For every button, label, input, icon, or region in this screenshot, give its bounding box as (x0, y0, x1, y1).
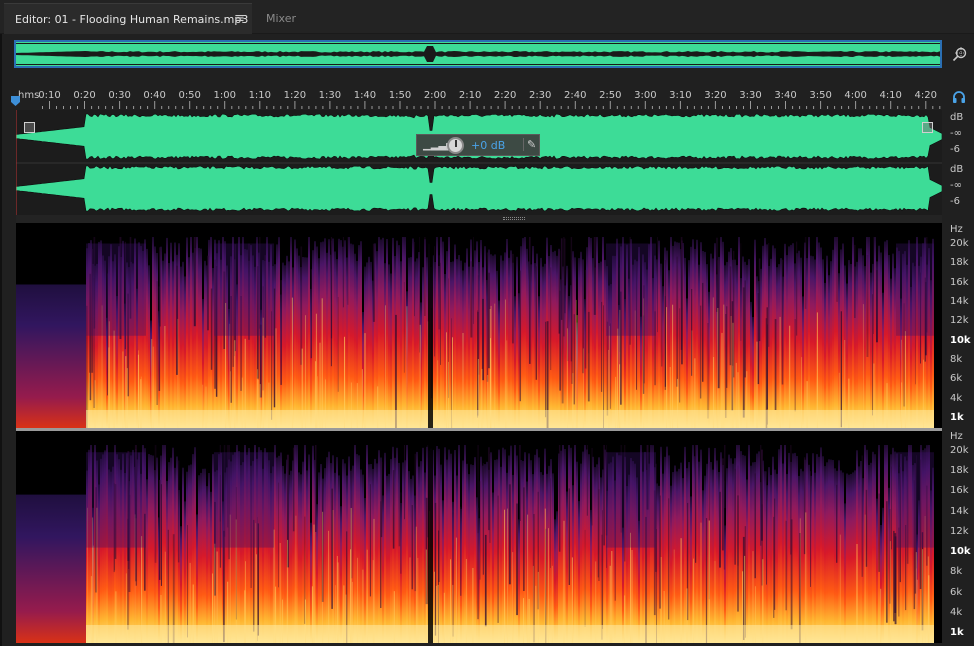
hz-label: 8k (950, 354, 963, 365)
hz-label: 18k (950, 465, 969, 477)
ruler-label: 2:50 (599, 90, 622, 101)
spectral-divider[interactable] (16, 215, 942, 223)
ruler-label: 1:20 (283, 90, 307, 101)
db-unit: dB (950, 164, 964, 175)
ruler-label: 1:00 (213, 90, 236, 101)
hz-label: 8k (950, 566, 963, 578)
pin-icon[interactable]: ✎ (523, 138, 536, 151)
hz-label: 18k (950, 257, 969, 269)
hz-label: 16k (950, 276, 969, 288)
ruler-label: 2:10 (458, 90, 482, 101)
tab-mixer[interactable]: Mixer (254, 3, 322, 34)
hz-label: 12k (950, 315, 969, 327)
ruler-label: 1:40 (353, 90, 377, 101)
ruler-label: 0:40 (143, 90, 166, 101)
ruler-label: 3:20 (704, 90, 727, 101)
ruler-label: 0:10 (38, 90, 61, 101)
spectrogram-left[interactable] (16, 223, 942, 428)
tab-mixer-label: Mixer (266, 12, 297, 25)
db-scale-right: dB -∞ -6 (944, 162, 974, 214)
ruler-label: 2:30 (528, 90, 552, 101)
hz-label: 4k (950, 392, 963, 404)
hz-label: 1k (950, 627, 964, 638)
hz-label: 10k (950, 546, 971, 558)
hamburger-menu-icon[interactable]: ≡ (234, 11, 245, 26)
ruler-label: 3:40 (774, 90, 797, 101)
hz-label: 1k (950, 412, 964, 423)
hz-label: 20k (950, 238, 969, 249)
time-ruler[interactable]: hms 0:10 0:20 0:30 0:40 0:50 1:00 1:10 1:20 1:30… (14, 87, 942, 109)
ruler-label: 3:50 (809, 90, 832, 101)
tab-bar: Editor: 01 - Flooding Human Remains.mp3 … (0, 0, 974, 34)
hz-label: 4k (950, 606, 963, 618)
ruler-label: 2:00 (423, 90, 447, 101)
hz-unit: Hz (950, 431, 963, 442)
ruler-label: 1:30 (318, 90, 342, 101)
gain-value: +0 dB (471, 139, 506, 152)
waveform-display[interactable]: ▁▂▃▅ +0 dB ✎ (16, 110, 942, 215)
ruler-label: 4:00 (844, 90, 867, 101)
db-scale-left: dB -∞ -6 (944, 110, 974, 162)
divider-grip[interactable] (503, 217, 525, 220)
hz-label: 16k (950, 485, 969, 497)
fade-in-handle[interactable] (24, 122, 35, 133)
hz-label: 10k (950, 334, 971, 346)
ruler-label: 0:20 (73, 90, 96, 101)
ruler-label: 2:40 (564, 90, 587, 101)
tab-editor[interactable]: Editor: 01 - Flooding Human Remains.mp3 … (4, 3, 252, 34)
ruler-ticks (42, 101, 941, 109)
editor-panel: hms 0:10 0:20 0:30 0:40 0:50 1:00 1:10 1:20 1:30… (0, 34, 974, 646)
fade-out-handle[interactable] (922, 122, 933, 133)
overview-waveform (16, 42, 940, 66)
db-minus6: -6 (950, 144, 960, 155)
hz-unit: Hz (950, 224, 963, 235)
ruler-label: 4:20 (914, 90, 937, 101)
db-minus-inf: -∞ (950, 128, 962, 139)
ruler-label: 3:00 (634, 90, 657, 101)
hz-scale-left: Hz 20k 18k 16k 14k 12k 10k 8k 6k 4k 1k (944, 224, 974, 428)
hz-label: 20k (950, 445, 969, 456)
headphones-icon[interactable] (952, 90, 966, 108)
db-minus-inf: -∞ (950, 180, 962, 191)
tab-editor-label: Editor: 01 - Flooding Human Remains.mp3 (15, 13, 249, 26)
ruler-label: 3:30 (739, 90, 762, 101)
db-minus6: -6 (950, 196, 960, 207)
zoom-magnifier-icon[interactable] (952, 46, 968, 62)
hz-label: 14k (950, 505, 969, 517)
ruler-unit-label: hms (18, 90, 40, 101)
gain-knob[interactable] (447, 137, 464, 154)
gain-hud[interactable]: ▁▂▃▅ +0 dB ✎ (416, 134, 540, 156)
hz-label: 12k (950, 525, 969, 537)
ruler-label: 1:50 (388, 90, 412, 101)
ruler-label: 2:20 (493, 90, 517, 101)
ruler-label: 4:10 (879, 90, 902, 101)
hz-label: 6k (950, 586, 963, 598)
ruler-label: 1:10 (248, 90, 272, 101)
db-unit: dB (950, 112, 964, 123)
hz-scale-right: Hz 20k 18k 16k 14k 12k 10k 8k 6k 4k 1k (944, 431, 974, 643)
ruler-label: 0:50 (178, 90, 201, 101)
spectrogram-right[interactable] (16, 431, 942, 643)
hz-label: 14k (950, 296, 969, 307)
overview-navigator[interactable] (14, 40, 942, 68)
ruler-label: 3:10 (669, 90, 692, 101)
ruler-label: 0:30 (108, 90, 131, 101)
hz-label: 6k (950, 373, 963, 385)
waveform-channels (16, 110, 942, 215)
